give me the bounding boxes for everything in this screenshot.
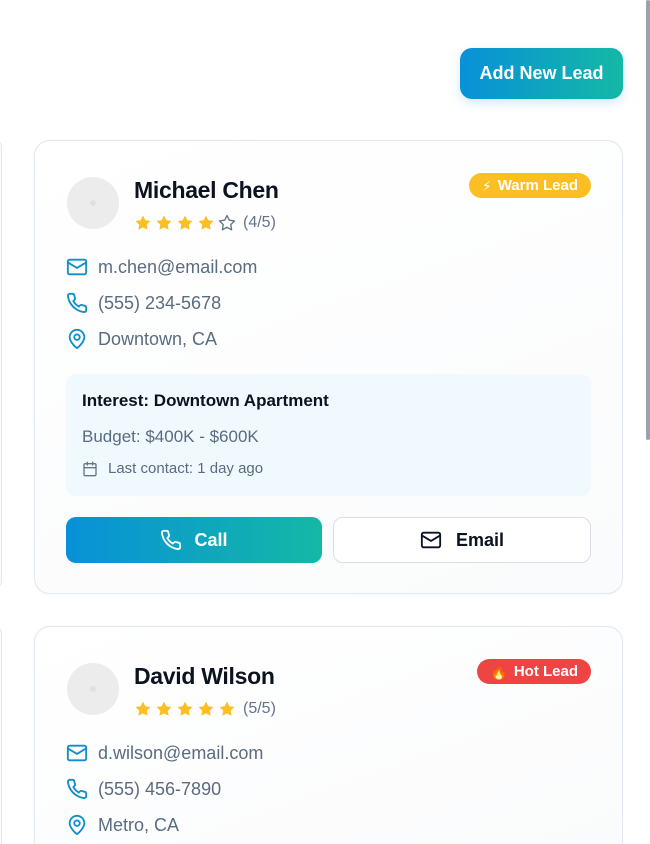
- phone-row: (555) 456-7890: [66, 778, 221, 800]
- badge-label: Warm Lead: [497, 177, 578, 194]
- fire-icon: 🔥: [490, 663, 508, 680]
- avatar: [67, 663, 119, 715]
- location-row: Metro, CA: [66, 814, 179, 836]
- last-contact-text: Last contact: 1 day ago: [108, 460, 264, 477]
- lightning-icon: ⚡: [481, 177, 492, 194]
- star-filled-icon: [198, 701, 214, 716]
- avatar: [67, 177, 119, 229]
- star-filled-icon: [219, 701, 235, 716]
- lead-name: Michael Chen: [134, 177, 279, 203]
- previous-lead-card-edge: [0, 626, 2, 844]
- interest-title: Interest: Downtown Apartment: [82, 391, 329, 410]
- lead-name: David Wilson: [134, 663, 275, 689]
- lead-email: m.chen@email.com: [98, 256, 258, 277]
- email-row: d.wilson@email.com: [66, 742, 263, 764]
- star-filled-icon: [177, 215, 193, 230]
- add-new-lead-button[interactable]: Add New Lead: [460, 48, 623, 99]
- email-button-label: Email: [455, 529, 505, 550]
- calendar-icon: [83, 461, 97, 476]
- call-button[interactable]: Call: [66, 517, 322, 563]
- previous-lead-card-edge: [0, 140, 2, 588]
- star-filled-icon: [177, 701, 193, 716]
- mail-icon: [66, 744, 88, 762]
- star-filled-icon: [156, 701, 172, 716]
- phone-icon: [161, 529, 182, 550]
- lead-card: Michael Chen (4/5) ⚡ Warm Lead m.chen@em…: [34, 140, 623, 594]
- lead-email: d.wilson@email.com: [98, 742, 264, 763]
- map-pin-icon: [68, 328, 86, 350]
- phone-icon: [67, 292, 88, 313]
- rating-text: (4/5): [243, 214, 276, 231]
- email-button[interactable]: Email: [333, 517, 591, 563]
- interest-panel: Interest: Downtown Apartment Budget: $40…: [66, 374, 591, 496]
- star-outline-icon: [218, 214, 236, 231]
- lead-phone: (555) 456-7890: [98, 778, 222, 799]
- map-pin-icon: [68, 814, 86, 836]
- star-filled-icon: [135, 215, 151, 230]
- budget-text: Budget: $400K - $600K: [82, 427, 259, 446]
- star-filled-icon: [198, 215, 214, 230]
- phone-row: (555) 234-5678: [66, 292, 221, 314]
- email-row: m.chen@email.com: [66, 256, 257, 278]
- mail-icon: [66, 258, 88, 276]
- star-filled-icon: [135, 701, 151, 716]
- lead-location: Metro, CA: [98, 814, 180, 835]
- badge-label: Hot Lead: [513, 663, 578, 680]
- location-row: Downtown, CA: [66, 328, 217, 350]
- star-rating: (4/5): [134, 214, 276, 232]
- warm-lead-badge: ⚡ Warm Lead: [468, 173, 591, 198]
- star-filled-icon: [156, 215, 172, 230]
- phone-icon: [67, 778, 88, 799]
- rating-text: (5/5): [243, 700, 276, 717]
- lead-location: Downtown, CA: [98, 328, 218, 349]
- scrollbar[interactable]: [646, 0, 650, 440]
- lead-card: David Wilson (5/5) 🔥 Hot Lead d.wilson@e…: [34, 626, 623, 844]
- star-rating: (5/5): [134, 700, 276, 718]
- call-button-label: Call: [194, 529, 228, 550]
- hot-lead-badge: 🔥 Hot Lead: [477, 659, 591, 684]
- last-contact: Last contact: 1 day ago: [82, 460, 263, 477]
- lead-phone: (555) 234-5678: [98, 292, 222, 313]
- mail-icon: [420, 531, 442, 549]
